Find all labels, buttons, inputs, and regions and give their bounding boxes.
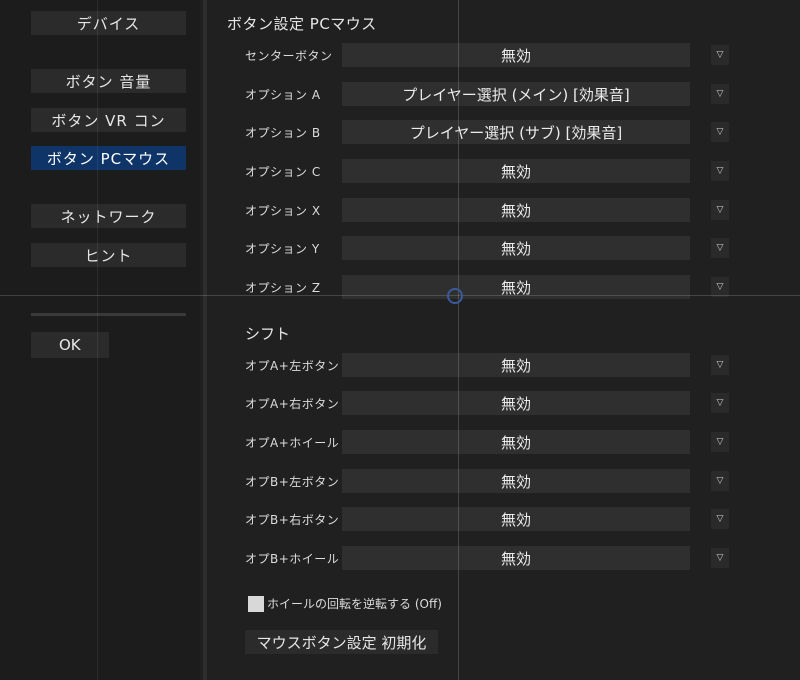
select-option-a[interactable]: プレイヤー選択 (メイン) [効果音] (342, 82, 690, 106)
select-opt-a-wheel[interactable]: 無効 (342, 430, 690, 454)
dropdown-arrow-icon[interactable]: ▽ (711, 355, 729, 375)
row-label-option-c: オプション C (245, 165, 321, 179)
invert-wheel-label: ホイールの回転を逆転する (Off) (267, 597, 442, 611)
dropdown-arrow-icon[interactable]: ▽ (711, 393, 729, 413)
select-center-button[interactable]: 無効 (342, 43, 690, 67)
row-label-opt-a-wheel: オプA+ホイール (245, 436, 340, 450)
select-option-b[interactable]: プレイヤー選択 (サブ) [効果音] (342, 120, 690, 144)
shift-section-title: シフト (245, 325, 291, 343)
select-option-x[interactable]: 無効 (342, 198, 690, 222)
dropdown-arrow-icon[interactable]: ▽ (711, 45, 729, 65)
row-label-option-x: オプション X (245, 204, 321, 218)
select-opt-a-right[interactable]: 無効 (342, 391, 690, 415)
dropdown-arrow-icon[interactable]: ▽ (711, 122, 729, 142)
dropdown-arrow-icon[interactable]: ▽ (711, 432, 729, 452)
sidebar-item-button-volume[interactable]: ボタン 音量 (31, 69, 186, 93)
dropdown-arrow-icon[interactable]: ▽ (711, 277, 729, 297)
sidebar-item-hints[interactable]: ヒント (31, 243, 186, 267)
sidebar-item-button-vr-controller[interactable]: ボタン VR コン (31, 108, 186, 132)
dropdown-arrow-icon[interactable]: ▽ (711, 509, 729, 529)
row-label-opt-a-left: オプA+左ボタン (245, 359, 340, 373)
dropdown-arrow-icon[interactable]: ▽ (711, 200, 729, 220)
row-label-option-z: オプション Z (245, 281, 321, 295)
row-label-opt-b-right: オプB+右ボタン (245, 513, 340, 527)
guide-line-vertical (458, 0, 459, 680)
row-label-opt-b-left: オプB+左ボタン (245, 475, 340, 489)
dropdown-arrow-icon[interactable]: ▽ (711, 471, 729, 491)
dropdown-arrow-icon[interactable]: ▽ (711, 161, 729, 181)
dropdown-arrow-icon[interactable]: ▽ (711, 238, 729, 258)
panel-splitter[interactable] (203, 0, 207, 680)
sidebar-item-device[interactable]: デバイス (31, 11, 186, 35)
reset-mouse-buttons-button[interactable]: マウスボタン設定 初期化 (245, 630, 438, 654)
select-option-y[interactable]: 無効 (342, 236, 690, 260)
row-label-option-b: オプション B (245, 126, 321, 140)
row-label-opt-a-right: オプA+右ボタン (245, 397, 340, 411)
select-opt-b-wheel[interactable]: 無効 (342, 546, 690, 570)
select-opt-a-left[interactable]: 無効 (342, 353, 690, 377)
row-label-opt-b-wheel: オプB+ホイール (245, 552, 340, 566)
dropdown-arrow-icon[interactable]: ▽ (711, 84, 729, 104)
sidebar: デバイス ボタン 音量 ボタン VR コン ボタン PCマウス ネットワーク ヒ… (0, 0, 200, 680)
guide-line-vertical-left (97, 0, 98, 680)
row-label-center-button: センターボタン (245, 49, 333, 63)
select-opt-b-left[interactable]: 無効 (342, 469, 690, 493)
page-title: ボタン設定 PCマウス (227, 15, 377, 33)
ring-cursor-icon (447, 288, 463, 304)
guide-line-horizontal (0, 295, 800, 296)
select-option-c[interactable]: 無効 (342, 159, 690, 183)
row-label-option-y: オプション Y (245, 242, 320, 256)
row-label-option-a: オプション A (245, 88, 321, 102)
select-opt-b-right[interactable]: 無効 (342, 507, 690, 531)
invert-wheel-checkbox[interactable] (248, 595, 264, 612)
invert-wheel-option[interactable]: ホイールの回転を逆転する (Off) (248, 595, 442, 612)
sidebar-divider (31, 313, 186, 316)
sidebar-item-button-pc-mouse[interactable]: ボタン PCマウス (31, 146, 186, 170)
sidebar-item-network[interactable]: ネットワーク (31, 204, 186, 228)
dropdown-arrow-icon[interactable]: ▽ (711, 548, 729, 568)
